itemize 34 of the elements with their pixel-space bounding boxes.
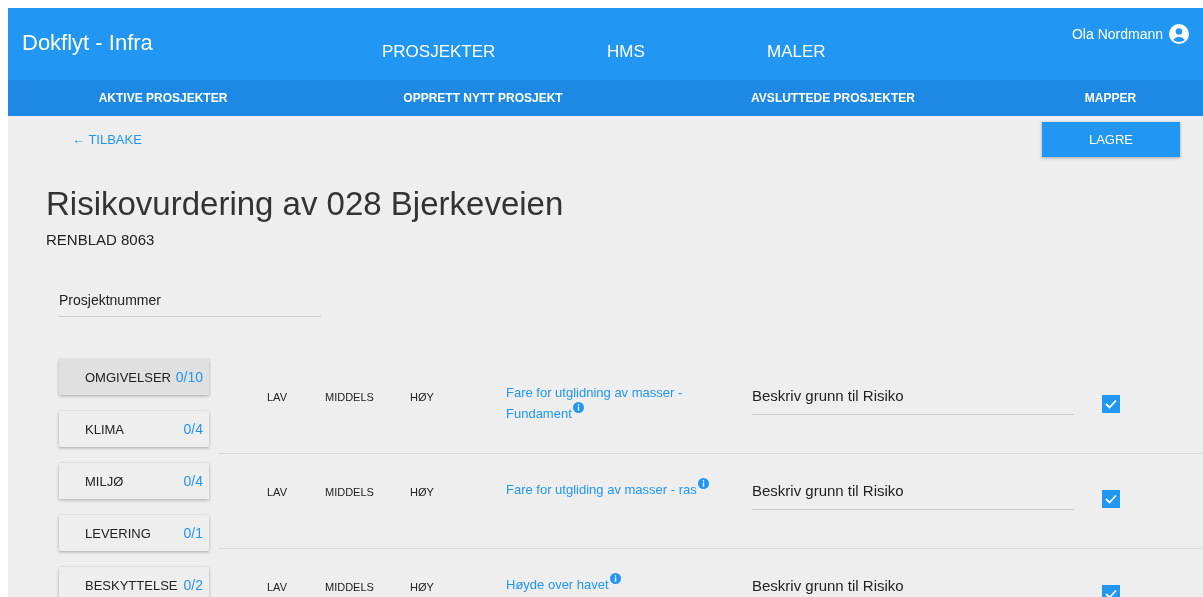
category-tab[interactable]: MILJØ 0/4 (59, 463, 209, 499)
risk-level-option[interactable]: LAV (267, 581, 325, 593)
category-tab[interactable]: OMGIVELSER 0/10 (59, 359, 209, 395)
reason-field[interactable]: Beskriv grunn til Risiko (752, 573, 1074, 597)
check-icon (1105, 494, 1117, 504)
category-tab[interactable]: BESKYTTELSE 0/2 (59, 567, 209, 597)
page-subtitle: RENBLAD 8063 (46, 231, 156, 248)
info-icon[interactable] (609, 573, 621, 584)
info-icon[interactable] (572, 402, 584, 413)
risk-level-option[interactable]: MIDDELS (325, 581, 410, 593)
subnav-link[interactable]: MAPPER (1084, 91, 1137, 105)
subnav-link[interactable]: AVSLUTTEDE PROSJEKTER (751, 91, 915, 105)
reason-field[interactable]: Beskriv grunn til Risiko (752, 383, 1074, 415)
subnav-link[interactable]: AKTIVE PROSJEKTER (98, 91, 228, 105)
checkbox[interactable] (1102, 490, 1120, 508)
info-icon[interactable] (697, 478, 709, 489)
user-avatar-icon[interactable] (1169, 24, 1189, 44)
category-tab[interactable]: LEVERING 0/1 (59, 515, 209, 551)
risk-level-option[interactable]: LAV (267, 391, 325, 403)
app-title: Dokflyt - Infra (22, 30, 154, 56)
subnav-link[interactable]: OPPRETT NYTT PROSJEKT (403, 91, 563, 105)
risk-level-option[interactable]: HØY (410, 486, 496, 498)
risk-level-option[interactable]: MIDDELS (325, 486, 410, 498)
risk-level-option[interactable]: MIDDELS (325, 391, 410, 403)
page-title: Risikovurdering av 028 Bjerkeveien (46, 185, 565, 223)
category-tab[interactable]: KLIMA 0/4 (59, 411, 209, 447)
risk-level-option[interactable]: HØY (410, 391, 496, 403)
reason-field[interactable]: Beskriv grunn til Risiko (752, 478, 1074, 510)
risk-level-option[interactable]: HØY (410, 581, 496, 593)
check-icon (1105, 589, 1117, 597)
project-number-field[interactable]: Prosjektnummer (59, 288, 321, 317)
checkbox[interactable] (1102, 395, 1120, 413)
check-icon (1105, 399, 1117, 409)
risk-level-option[interactable]: LAV (267, 486, 325, 498)
